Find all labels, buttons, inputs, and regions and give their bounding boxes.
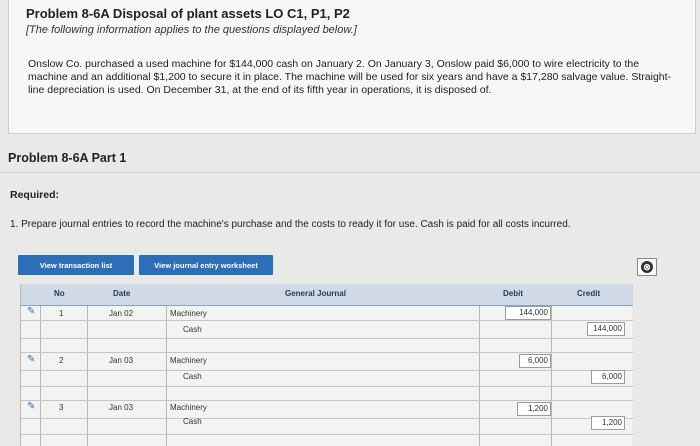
debit-account[interactable]: Machinery: [170, 403, 207, 412]
column-divider: [87, 306, 88, 446]
credit-amount-field[interactable]: 1,200: [591, 416, 625, 430]
entry-date: Jan 03: [109, 356, 134, 365]
debit-account[interactable]: Machinery: [170, 356, 207, 365]
journal-table: No Date General Journal Debit Credit ✎ 1…: [20, 284, 633, 446]
entry-number: 3: [59, 403, 64, 412]
header-date: Date: [113, 289, 131, 298]
entry-date: Jan 03: [109, 403, 134, 412]
close-symbol: ⊗: [641, 261, 653, 273]
close-icon[interactable]: ⊗: [637, 258, 657, 276]
pencil-icon[interactable]: ✎: [27, 307, 37, 317]
column-divider: [166, 306, 167, 446]
pencil-icon[interactable]: ✎: [27, 355, 37, 365]
credit-amount-field[interactable]: 6,000: [591, 370, 625, 384]
entry-number: 1: [59, 309, 64, 318]
debit-amount-field[interactable]: 6,000: [519, 354, 551, 368]
row-divider: [21, 320, 633, 321]
header-debit: Debit: [503, 289, 523, 298]
column-divider: [40, 306, 41, 446]
credit-account[interactable]: Cash: [183, 325, 202, 334]
credit-account[interactable]: Cash: [183, 417, 202, 426]
problem-note: [The following information applies to th…: [26, 24, 357, 36]
problem-text: Onslow Co. purchased a used machine for …: [28, 58, 672, 97]
problem-title: Problem 8-6A Disposal of plant assets LO…: [26, 6, 350, 21]
instruction-text: 1. Prepare journal entries to record the…: [10, 219, 571, 230]
view-journal-entry-worksheet-button[interactable]: View journal entry worksheet: [139, 255, 273, 275]
header-credit: Credit: [577, 289, 601, 298]
column-divider: [479, 306, 480, 446]
row-divider: [21, 400, 633, 401]
required-label: Required:: [10, 189, 60, 201]
credit-account[interactable]: Cash: [183, 372, 202, 381]
column-divider: [551, 306, 552, 446]
journal-header-row: No Date General Journal Debit Credit: [21, 284, 633, 306]
row-divider: [21, 338, 633, 339]
row-divider: [21, 386, 633, 387]
debit-account[interactable]: Machinery: [170, 309, 207, 318]
debit-amount-field[interactable]: 1,200: [517, 402, 551, 416]
header-no: No: [54, 289, 65, 298]
entry-number: 2: [59, 356, 64, 365]
row-divider: [21, 434, 633, 435]
view-transaction-list-button[interactable]: View transaction list: [18, 255, 134, 275]
header-general-journal: General Journal: [285, 289, 346, 298]
row-divider: [21, 352, 633, 353]
section-divider: [0, 172, 700, 173]
entry-date: Jan 02: [109, 309, 134, 318]
pencil-icon[interactable]: ✎: [27, 402, 37, 412]
row-divider: [21, 370, 633, 371]
part-heading: Problem 8-6A Part 1: [8, 151, 127, 165]
debit-amount-field[interactable]: 144,000: [505, 306, 551, 320]
credit-amount-field[interactable]: 144,000: [587, 322, 625, 336]
row-divider: [21, 418, 633, 419]
